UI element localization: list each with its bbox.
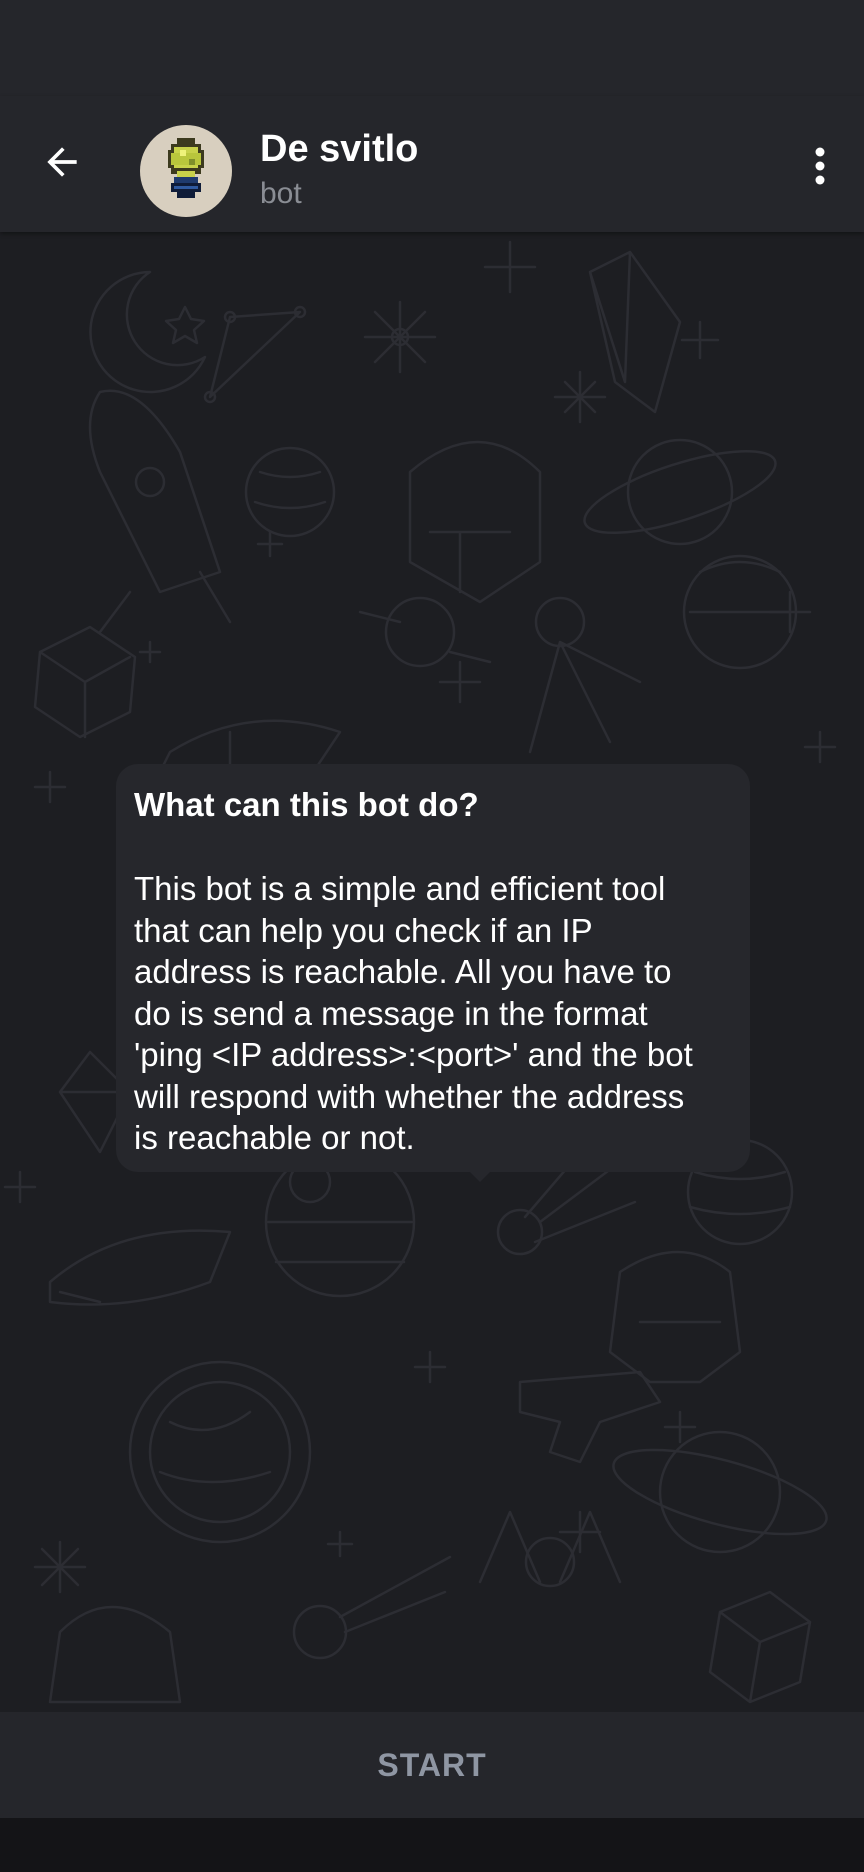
bot-avatar[interactable] bbox=[140, 125, 232, 217]
more-vertical-icon bbox=[815, 147, 825, 185]
system-navigation-bar bbox=[0, 1818, 864, 1872]
more-options-button[interactable] bbox=[788, 128, 852, 204]
lightbulb-icon bbox=[168, 138, 204, 198]
status-bar bbox=[0, 0, 864, 96]
bot-info-bubble: What can this bot do? This bot is a simp… bbox=[116, 764, 750, 1172]
bubble-tail bbox=[468, 1170, 492, 1182]
back-button[interactable] bbox=[24, 124, 100, 200]
chat-header: De svitlo bot bbox=[0, 96, 864, 232]
bot-info-title: What can this bot do? bbox=[134, 786, 479, 823]
start-button[interactable]: START bbox=[377, 1747, 486, 1784]
bottom-bar: START bbox=[0, 1712, 864, 1818]
chat-subtitle: bot bbox=[260, 177, 302, 210]
chat-title[interactable]: De svitlo bbox=[260, 128, 418, 170]
bot-info-description: This bot is a simple and efficient tool … bbox=[134, 870, 693, 1156]
arrow-left-icon bbox=[47, 147, 77, 177]
